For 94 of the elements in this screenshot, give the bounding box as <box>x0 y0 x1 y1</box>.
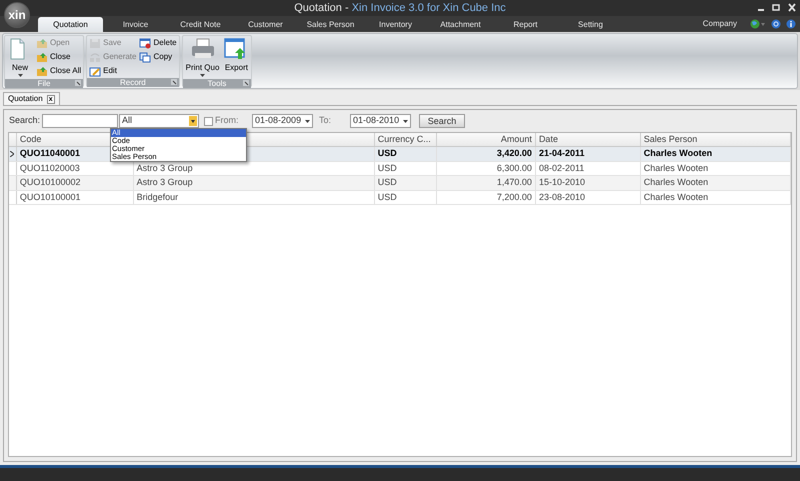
search-button[interactable]: Search <box>419 114 466 128</box>
folder-icon <box>36 66 48 76</box>
ribbon-button[interactable]: Export <box>222 36 250 79</box>
launcher-icon <box>75 80 82 86</box>
column-header: Date <box>536 133 641 146</box>
window-title: Quotation - <box>294 0 350 16</box>
copy-icon <box>139 52 152 62</box>
edit-icon <box>89 66 102 76</box>
field-combo[interactable]: All <box>119 114 200 128</box>
table-cell: Charles Wooten <box>640 190 791 204</box>
menu-tab[interactable]: Quotation <box>38 17 103 32</box>
table-cell: 6,300.00 <box>437 162 536 175</box>
caret-icon <box>200 74 205 77</box>
table-cell: 21-04-2011 <box>536 147 641 160</box>
menu-tab[interactable]: Credit Note <box>168 17 233 32</box>
table-cell: 23-08-2010 <box>536 190 641 204</box>
table-cell: QUO11020003 <box>16 162 134 175</box>
button-label: Open <box>50 37 70 49</box>
group-title: File <box>38 78 50 90</box>
launcher-icon <box>243 80 250 86</box>
from-date-picker[interactable]: 01-08-2009 <box>252 114 314 128</box>
column-header: Amount <box>437 133 536 146</box>
table-cell: USD <box>374 147 438 160</box>
company-menu[interactable]: Company <box>702 18 737 30</box>
table-cell: USD <box>374 190 438 204</box>
app-logo[interactable]: xin <box>4 2 30 28</box>
table-cell: QUO10100001 <box>16 190 134 204</box>
table-cell: Astro 3 Group <box>134 176 375 190</box>
delete-icon <box>139 38 152 48</box>
table-cell: 3,420.00 <box>437 147 536 160</box>
table-cell: Charles Wooten <box>640 176 791 190</box>
from-checkbox[interactable] <box>204 116 214 126</box>
help-icon <box>771 19 781 29</box>
table-cell: Charles Wooten <box>640 162 791 175</box>
ribbon-button[interactable]: Edit <box>88 64 138 78</box>
ribbon-button[interactable]: Print Quo <box>184 36 222 79</box>
ribbon-button[interactable]: Copy <box>138 50 178 64</box>
search-label: Search: <box>9 114 40 128</box>
menu-tab[interactable]: Report <box>493 17 558 32</box>
dropdown-icon <box>189 116 198 126</box>
menu-tab[interactable]: Invoice <box>103 17 168 32</box>
menu-tab[interactable]: Setting <box>558 17 623 32</box>
caret-icon <box>18 74 22 77</box>
table-cell: USD <box>374 176 438 190</box>
menu-tab[interactable]: Inventory <box>363 17 428 32</box>
menu-tab[interactable]: Customer <box>233 17 298 32</box>
table-cell: 08-02-2011 <box>536 162 641 175</box>
table-cell: Bridgefour <box>134 190 375 204</box>
close-icon <box>788 2 796 12</box>
button-label: Copy <box>153 51 172 63</box>
table-cell: Charles Wooten <box>640 147 791 160</box>
launcher-icon <box>170 79 177 85</box>
table-cell: 7,200.00 <box>437 190 536 204</box>
text-icon <box>89 52 102 62</box>
table-cell: 15-10-2010 <box>536 176 641 190</box>
button-label: Save <box>103 37 122 49</box>
menu-tab[interactable]: Sales Person <box>298 17 363 32</box>
globe-icon <box>750 19 766 29</box>
caret-icon <box>403 120 408 122</box>
menu-tab[interactable]: Attachment <box>428 17 493 32</box>
button-label: Print Quo <box>186 62 220 74</box>
table-cell: USD <box>374 162 438 175</box>
table-cell: QUO10100002 <box>16 176 134 190</box>
search-field[interactable] <box>42 114 118 128</box>
button-label: Close <box>50 51 70 63</box>
info-icon <box>786 19 796 29</box>
group-title: Tools <box>208 78 226 90</box>
folder-icon <box>36 52 48 62</box>
restore-icon <box>772 2 780 12</box>
ribbon-button[interactable]: Close <box>35 50 82 64</box>
to-label: To: <box>319 114 332 128</box>
row-pointer-icon <box>10 150 14 157</box>
to-date-picker[interactable]: 01-08-2010 <box>350 114 412 128</box>
caret-icon <box>305 120 310 122</box>
table-cell: Astro 3 Group <box>134 162 375 175</box>
button-label: Close All <box>50 65 82 77</box>
ribbon-button[interactable]: Close All <box>35 64 82 78</box>
table-cell: 1,470.00 <box>437 176 536 190</box>
ribbon-button[interactable]: New <box>6 36 34 79</box>
minimize-icon <box>758 9 764 11</box>
button-label: Edit <box>103 65 117 77</box>
column-header: Currency C... <box>374 133 438 146</box>
ribbon-button[interactable]: Delete <box>138 36 178 50</box>
column-header: Sales Person <box>640 133 791 146</box>
printer-icon <box>190 38 214 60</box>
app-name: Xin Invoice 3.0 for Xin Cube Inc <box>352 0 506 16</box>
from-label: From: <box>215 114 240 128</box>
tab-label: Quotation <box>8 93 43 105</box>
folder-icon <box>36 38 48 48</box>
group-title: Record <box>120 76 146 88</box>
button-label: New <box>12 62 28 74</box>
button-label: Delete <box>153 37 177 49</box>
button-label: Export <box>224 62 248 74</box>
button-label: Generate <box>103 51 136 63</box>
